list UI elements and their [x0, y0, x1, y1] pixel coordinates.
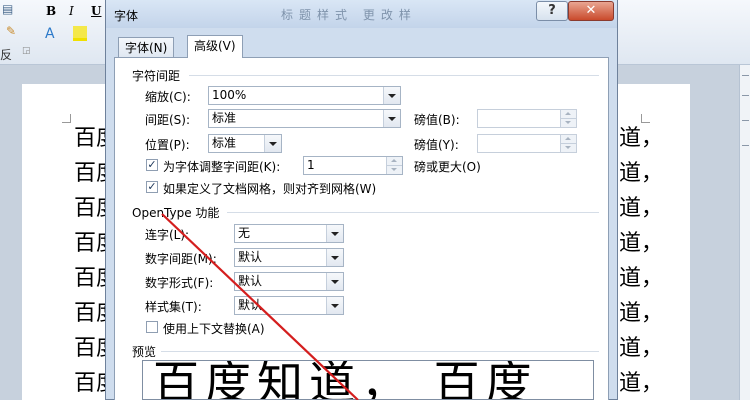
- spacing-select[interactable]: 标准: [208, 109, 401, 128]
- spin-buttons[interactable]: [386, 157, 402, 174]
- chevron-down-icon[interactable]: [383, 87, 400, 104]
- chevron-down-icon[interactable]: [383, 110, 400, 127]
- scale-label: 缩放(C):: [145, 90, 191, 104]
- paste-icon[interactable]: ▤: [2, 2, 13, 16]
- position-pt-label: 磅值(Y):: [414, 138, 459, 152]
- position-pt-input[interactable]: [477, 134, 577, 153]
- dialog-title: 字体: [114, 9, 139, 23]
- chevron-down-icon[interactable]: [326, 225, 343, 242]
- doc-line-end: 道，: [619, 126, 664, 151]
- section-preview: 预览: [132, 345, 157, 359]
- ligatures-select[interactable]: 无: [234, 224, 344, 243]
- kerning-label: 为字体调整字间距(K):: [163, 160, 281, 174]
- number-spacing-select[interactable]: 默认: [234, 248, 344, 267]
- spacing-pt-label: 磅值(B):: [414, 113, 460, 127]
- chevron-down-icon[interactable]: [264, 135, 281, 152]
- doc-char: 百: [74, 231, 97, 256]
- stylistic-sets-select[interactable]: 默认: [234, 296, 344, 315]
- doc-char: 百: [74, 196, 97, 221]
- doc-char: 百: [74, 301, 97, 326]
- doc-char: 百: [74, 126, 97, 151]
- position-select[interactable]: 标准: [208, 134, 282, 153]
- position-label: 位置(P):: [145, 138, 190, 152]
- vertical-ruler: [739, 65, 750, 400]
- text-effects-button[interactable]: A: [45, 26, 55, 42]
- stylistic-sets-label: 样式集(T):: [145, 300, 202, 314]
- section-opentype: OpenType 功能: [132, 206, 220, 220]
- highlight-button[interactable]: [73, 26, 87, 41]
- close-button[interactable]: ✕: [568, 1, 614, 21]
- preview-text: 百度知道， 百度: [153, 360, 538, 400]
- doc-line-end: 道，: [619, 196, 664, 221]
- ligatures-label: 连字(L):: [145, 228, 190, 242]
- font-dialog: 字体 标题样式 更改样 ? ✕ 字体(N) 高级(V) 字符间距 缩放(C): …: [105, 0, 618, 400]
- contextual-alternates-checkbox[interactable]: [146, 321, 158, 333]
- snap-grid-label: 如果定义了文档网格，则对齐到网格(W): [163, 182, 377, 196]
- section-character-spacing: 字符间距: [132, 69, 181, 83]
- contextual-alternates-label: 使用上下文替换(A): [163, 322, 265, 336]
- italic-button[interactable]: I: [69, 4, 74, 18]
- doc-line-end: 道，: [619, 266, 664, 291]
- kerning-suffix: 磅或更大(O): [414, 160, 481, 174]
- kerning-checkbox[interactable]: ✓: [146, 159, 158, 171]
- spin-buttons[interactable]: [560, 135, 576, 152]
- bold-button[interactable]: B: [46, 4, 56, 18]
- format-painter-icon[interactable]: ✎: [6, 24, 16, 38]
- snap-grid-checkbox[interactable]: ✓: [146, 181, 158, 193]
- doc-line-end: 道，: [619, 161, 664, 186]
- preview-box: 百度知道， 百度: [142, 360, 594, 400]
- spacing-label: 间距(S):: [145, 113, 191, 127]
- margin-corner-left: [62, 114, 71, 123]
- kerning-input[interactable]: 1: [303, 156, 403, 175]
- doc-line-end: 道，: [619, 301, 664, 326]
- ribbon-group-label: 反: [0, 48, 13, 62]
- doc-char: 百: [74, 266, 97, 291]
- number-forms-select[interactable]: 默认: [234, 272, 344, 291]
- doc-line-end: 道，: [619, 336, 664, 361]
- advanced-panel: 字符间距 缩放(C): 100% 间距(S): 标准 磅值(B): 位置(P):…: [114, 57, 609, 400]
- underline-button[interactable]: U: [91, 4, 101, 18]
- number-spacing-label: 数字间距(M):: [145, 252, 217, 266]
- tab-font[interactable]: 字体(N): [118, 37, 175, 57]
- doc-line-end: 道，: [619, 371, 664, 396]
- chevron-down-icon[interactable]: [326, 249, 343, 266]
- margin-corner-right: [641, 114, 650, 123]
- scale-select[interactable]: 100%: [208, 86, 401, 105]
- tab-advanced[interactable]: 高级(V): [187, 35, 243, 58]
- title-ghost-text: 标题样式 更改样: [281, 8, 417, 22]
- spin-buttons[interactable]: [560, 110, 576, 127]
- doc-line-end: 道，: [619, 231, 664, 256]
- doc-char: 百: [74, 371, 97, 396]
- number-forms-label: 数字形式(F):: [145, 276, 214, 290]
- doc-char: 百: [74, 336, 97, 361]
- dialog-titlebar[interactable]: 字体 标题样式 更改样 ? ✕: [106, 0, 617, 28]
- doc-char: 百: [74, 161, 97, 186]
- dialog-launcher-icon[interactable]: ◲: [22, 46, 31, 56]
- chevron-down-icon[interactable]: [326, 297, 343, 314]
- spacing-pt-input[interactable]: [477, 109, 577, 128]
- help-button[interactable]: ?: [536, 1, 568, 21]
- chevron-down-icon[interactable]: [326, 273, 343, 290]
